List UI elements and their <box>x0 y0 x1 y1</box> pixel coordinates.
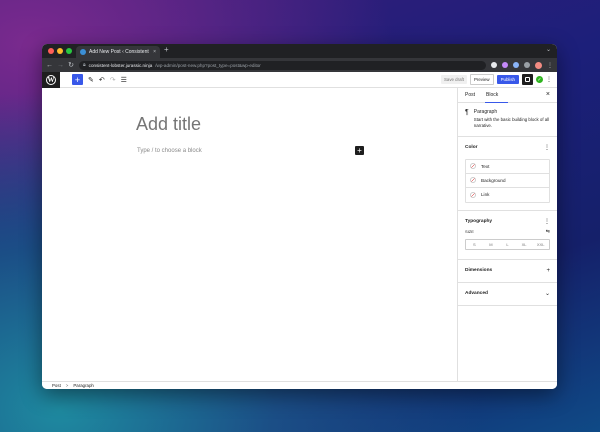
forward-icon[interactable]: → <box>57 62 64 69</box>
size-label: SIZE <box>465 229 474 235</box>
url-path: /wp-admin/post-new.php?post_type=post&wp… <box>155 62 261 68</box>
chevron-down-icon[interactable]: ⌄ <box>545 290 550 297</box>
favicon-icon <box>80 49 86 55</box>
document-overview-icon[interactable]: ☰ <box>121 76 127 84</box>
preview-button[interactable]: Preview <box>469 74 494 85</box>
sidebar-tabs: Post Block × <box>458 88 557 103</box>
color-item-text[interactable]: Text <box>466 160 549 174</box>
size-option[interactable]: S <box>466 240 483 249</box>
profile-avatar[interactable] <box>535 61 542 69</box>
publish-button[interactable]: Publish <box>496 75 519 84</box>
window-controls <box>48 48 72 54</box>
post-title-input[interactable]: Add title <box>136 114 201 135</box>
color-panel-header[interactable]: Color ⋮ <box>465 137 550 159</box>
size-option[interactable]: XL <box>516 240 533 249</box>
color-item-label: Link <box>481 192 490 198</box>
color-item-label: Text <box>481 163 490 169</box>
block-card: ¶ Paragraph Start with the basic buildin… <box>458 103 557 137</box>
undo-icon[interactable]: ↶ <box>99 76 105 84</box>
color-list: Text Background Link <box>465 158 550 203</box>
advanced-panel: Advanced ⌄ <box>458 283 557 306</box>
browser-menu-icon[interactable]: ⋮ <box>547 62 553 69</box>
panel-title: Dimensions <box>465 268 493 274</box>
color-item-background[interactable]: Background <box>466 174 549 188</box>
close-window-button[interactable] <box>48 48 54 54</box>
dimensions-panel: Dimensions + <box>458 260 557 283</box>
wordpress-logo[interactable]: W <box>42 71 60 88</box>
maximize-window-button[interactable] <box>66 48 72 54</box>
options-icon[interactable]: ⋮ <box>544 144 550 151</box>
custom-size-icon[interactable]: ⇋ <box>546 229 550 235</box>
add-block-button[interactable]: + <box>355 146 364 155</box>
wordpress-icon: W <box>46 74 56 85</box>
size-option[interactable]: M <box>483 240 500 249</box>
block-description: Start with the basic building block of a… <box>473 117 550 128</box>
editor-header: W + ✎ ↶ ↷ ☰ Save draft Preview Publish ✓… <box>42 71 557 88</box>
advanced-panel-header[interactable]: Advanced ⌄ <box>465 283 550 305</box>
plus-icon[interactable]: + <box>546 268 550 274</box>
editor-canvas[interactable]: Add title Type / to choose a block + <box>42 88 457 381</box>
editor-actions: Save draft Preview Publish ✓ ⋮ <box>440 74 557 85</box>
breadcrumb-item-paragraph[interactable]: Paragraph <box>73 383 94 388</box>
paragraph-icon: ¶ <box>465 109 469 116</box>
sidepanel-icon[interactable] <box>524 62 530 68</box>
typography-panel: Typography ⋮ SIZE ⇋ S M L XL XXL <box>458 211 557 260</box>
settings-toggle-button[interactable] <box>522 74 533 85</box>
color-item-link[interactable]: Link <box>466 188 549 202</box>
size-option[interactable]: XXL <box>532 240 549 249</box>
settings-sidebar: Post Block × ¶ Paragraph Start with the … <box>457 88 557 381</box>
sidebar-icon <box>525 77 530 82</box>
browser-tab[interactable]: Add New Post ‹ Consistent Lo × <box>76 46 160 58</box>
panel-title: Color <box>465 145 478 151</box>
paragraph-block[interactable]: Type / to choose a block <box>137 148 202 154</box>
breadcrumb-item-post[interactable]: Post <box>52 383 61 388</box>
color-panel: Color ⋮ Text Background Link <box>458 137 557 211</box>
back-icon[interactable]: ← <box>46 62 53 69</box>
editor-body: Add title Type / to choose a block + Pos… <box>42 88 557 381</box>
dimensions-panel-header[interactable]: Dimensions + <box>465 260 550 282</box>
minimize-window-button[interactable] <box>57 48 63 54</box>
extension-icon[interactable] <box>491 62 497 68</box>
save-draft-button[interactable]: Save draft <box>440 75 467 84</box>
color-item-label: Background <box>481 177 506 183</box>
options-menu-icon[interactable]: ⋮ <box>546 76 552 83</box>
font-size-picker: S M L XL XXL <box>465 238 550 250</box>
tab-search-icon[interactable]: ⌄ <box>546 46 551 53</box>
size-option[interactable]: L <box>499 240 516 249</box>
tab-title: Add New Post ‹ Consistent Lo <box>89 49 151 55</box>
close-icon[interactable]: × <box>546 91 550 98</box>
editor-tools: + ✎ ↶ ↷ ☰ <box>60 74 127 85</box>
swatch-icon <box>470 163 476 170</box>
browser-window: Add New Post ‹ Consistent Lo × + ⌄ ← → ↻… <box>42 44 557 389</box>
breadcrumb: Post > Paragraph <box>42 381 557 389</box>
panel-title: Typography <box>465 219 493 225</box>
tab-strip: Add New Post ‹ Consistent Lo × + ⌄ <box>42 44 557 58</box>
url-host: consistent-lobster.jurassic.ninja <box>88 62 153 68</box>
swatch-icon <box>470 177 476 184</box>
block-name: Paragraph <box>473 109 498 115</box>
browser-toolbar: ← → ↻ 🔒︎ consistent-lobster.jurassic.nin… <box>42 58 557 72</box>
plugin-icon[interactable]: ✓ <box>536 76 543 83</box>
reload-icon[interactable]: ↻ <box>68 61 74 69</box>
block-inserter-button[interactable]: + <box>72 74 83 85</box>
panel-title: Advanced <box>465 291 488 297</box>
new-tab-button[interactable]: + <box>164 45 169 54</box>
puzzle-icon[interactable] <box>513 62 519 68</box>
font-size-row: SIZE ⇋ <box>465 229 550 235</box>
tab-block[interactable]: Block <box>484 92 509 103</box>
address-bar[interactable]: 🔒︎ consistent-lobster.jurassic.ninja/wp-… <box>79 60 486 70</box>
breadcrumb-separator: > <box>65 383 69 388</box>
tab-post[interactable]: Post <box>465 92 475 98</box>
options-icon[interactable]: ⋮ <box>544 218 550 225</box>
swatch-icon <box>470 191 476 198</box>
redo-icon[interactable]: ↷ <box>110 76 116 84</box>
tab-close-icon[interactable]: × <box>153 49 156 55</box>
extension-icon[interactable] <box>502 62 508 68</box>
lock-icon: 🔒︎ <box>83 62 86 68</box>
pencil-tool-icon[interactable]: ✎ <box>88 76 94 84</box>
